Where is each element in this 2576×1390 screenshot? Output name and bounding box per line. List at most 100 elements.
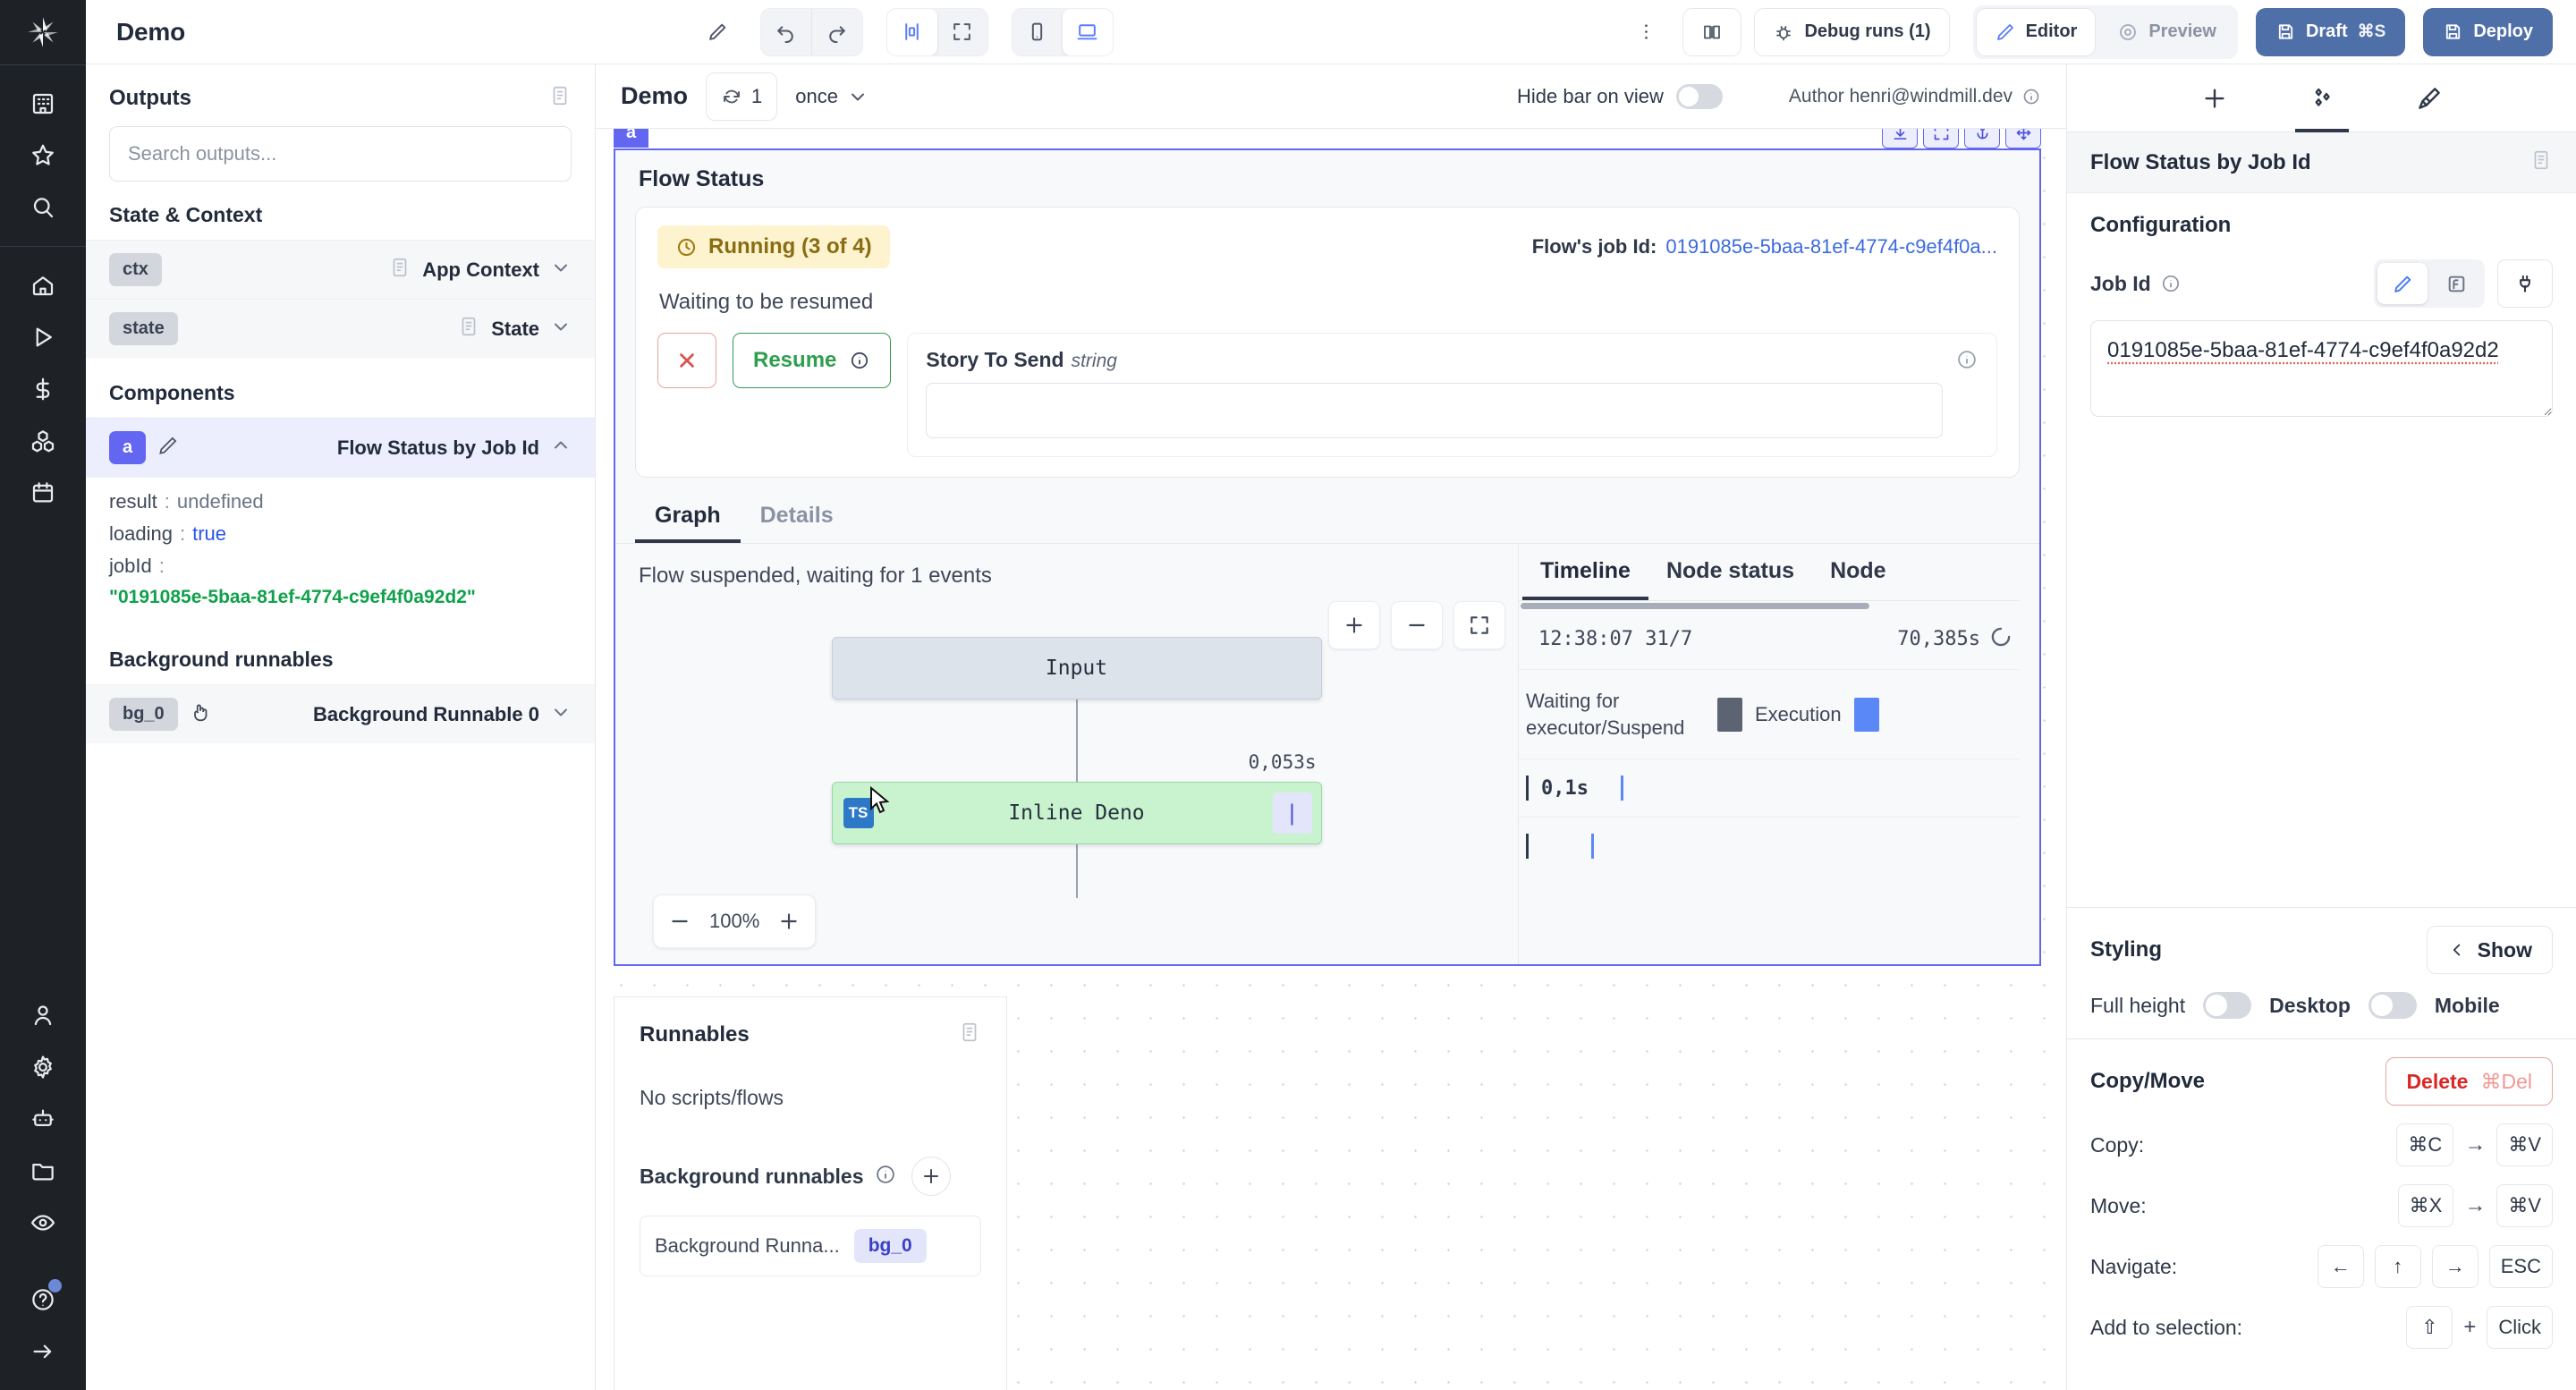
add-selection-keys: ⇧ + Click [2406,1306,2553,1349]
search-outputs-input[interactable] [109,126,572,182]
form-field-label: Story To Send [926,348,1063,371]
more-vertical-icon[interactable] [1622,8,1670,56]
graph-zoom-in-button[interactable] [1328,601,1380,649]
job-id-textarea[interactable] [2090,320,2553,417]
mouse-cursor-icon [867,786,892,820]
center-align-icon[interactable] [887,9,937,55]
cubes-icon[interactable] [17,415,69,467]
editor-tab[interactable]: Editor [1976,8,2097,56]
undo-icon[interactable] [761,9,811,55]
cancel-button[interactable] [657,333,716,388]
graph-nodes: Input 0,053s TS [832,637,1322,898]
output-row-ctx[interactable]: ctx App Context [86,240,595,299]
play-icon[interactable] [17,311,69,363]
styling-show-button[interactable]: Show [2427,926,2553,974]
calendar-icon[interactable] [17,467,69,519]
run-mode-select[interactable]: once [795,85,869,108]
eye-icon[interactable] [17,1197,69,1249]
preview-tab[interactable]: Preview [2098,8,2235,56]
chevron-down-icon[interactable] [550,257,572,283]
graph-zoom-out-button[interactable] [1391,601,1443,649]
tab-styling[interactable] [2401,70,2458,127]
graph-node-input[interactable]: Input [832,637,1322,699]
plus-icon [777,910,801,933]
info-icon[interactable] [874,1163,897,1191]
deploy-button[interactable]: Deploy [2423,8,2553,56]
anchor-icon[interactable] [1964,129,2000,148]
move-icon[interactable] [2005,129,2041,148]
debug-runs-button[interactable]: Debug runs (1) [1754,8,1949,56]
component-row-flow-status[interactable]: a Flow Status by Job Id [86,418,595,477]
tab-graph[interactable]: Graph [635,490,741,543]
plus-icon [2201,85,2228,112]
mobile-label: Mobile [2435,994,2500,1018]
dollar-icon[interactable] [17,363,69,415]
tab-timeline[interactable]: Timeline [1522,544,1648,600]
tab-add-component[interactable] [2186,70,2243,127]
desktop-toggle[interactable] [2368,992,2417,1019]
gear-icon[interactable] [17,1041,69,1093]
graph-node-inline-deno[interactable]: TS Inline Deno | [832,782,1322,844]
connect-plug-icon[interactable] [2497,259,2553,308]
download-icon[interactable] [1882,129,1918,148]
expand-icon[interactable] [937,9,987,55]
expand-icon[interactable] [1923,129,1959,148]
settings-tabs [2067,64,2576,132]
desktop-icon[interactable] [1063,9,1113,55]
zoom-out-button[interactable] [654,895,706,947]
robot-icon[interactable] [17,1093,69,1145]
flow-graph[interactable]: Flow suspended, waiting for 1 events [635,544,1519,964]
tab-node[interactable]: Node [1812,544,1904,600]
suspended-text: Flow suspended, waiting for 1 events [635,544,1518,589]
tab-node-status[interactable]: Node status [1648,544,1812,600]
redo-icon[interactable] [812,9,862,55]
hide-bar-toggle[interactable] [1676,84,1723,109]
waiting-text: Waiting to be resumed [659,290,1997,315]
star-icon[interactable] [17,130,69,182]
drawer-runnable-item[interactable]: Background Runna... bg_0 [640,1216,981,1276]
story-to-send-input[interactable] [926,383,1943,438]
graph-fit-button[interactable] [1453,601,1505,649]
flow-status-component[interactable]: a Flow Status [614,148,2041,966]
user-icon[interactable] [17,989,69,1041]
windmill-logo-icon[interactable] [0,0,86,64]
arrow-right-icon[interactable] [17,1326,69,1377]
static-mode-pencil-icon[interactable] [2377,263,2428,304]
expression-mode-function-icon[interactable] [2431,263,2481,304]
graph-and-timeline: Flow suspended, waiting for 1 events [635,544,2020,964]
run-count-button[interactable]: 1 [706,72,777,121]
resume-button[interactable]: Resume [733,333,891,388]
tab-details[interactable]: Details [741,490,853,543]
flow-job-id-link[interactable]: 0191085e-5baa-81ef-4774-c9ef4f0a... [1665,235,1997,259]
chevron-down-icon[interactable] [550,701,572,727]
help-icon[interactable] [17,1274,69,1326]
zoom-in-button[interactable] [763,895,815,947]
background-runnable-row[interactable]: bg_0 Background Runnable 0 [86,684,595,743]
state-label: State [491,318,539,341]
delete-button[interactable]: Delete ⌘Del [2385,1057,2553,1106]
document-icon[interactable] [548,84,572,112]
draft-button[interactable]: Draft ⌘S [2256,8,2405,56]
folder-icon[interactable] [17,1145,69,1197]
hide-bar-on-view[interactable]: Hide bar on view [1517,84,1723,109]
pencil-icon[interactable] [157,434,180,462]
mobile-icon[interactable] [1013,9,1063,55]
chevron-down-icon[interactable] [550,316,572,342]
output-row-state[interactable]: state State [86,299,595,358]
chevron-down-icon [847,86,869,107]
timeline-horizontal-scrollbar[interactable] [1521,603,1869,609]
book-icon-button[interactable] [1682,8,1741,56]
building-icon[interactable] [17,78,69,130]
chevron-up-icon[interactable] [550,435,572,461]
tab-component-settings[interactable] [2293,70,2351,127]
document-icon[interactable] [2529,148,2553,176]
add-background-runnable-button[interactable] [911,1157,951,1196]
document-icon[interactable] [958,1021,981,1048]
rename-app-pencil-icon[interactable] [694,8,742,56]
key-esc: ESC [2489,1245,2553,1288]
search-icon[interactable] [17,182,69,233]
full-height-toggle[interactable] [2203,992,2251,1019]
home-icon[interactable] [17,259,69,311]
timeline-tick-row-2 [1519,818,2020,875]
info-icon[interactable] [1955,348,1979,438]
